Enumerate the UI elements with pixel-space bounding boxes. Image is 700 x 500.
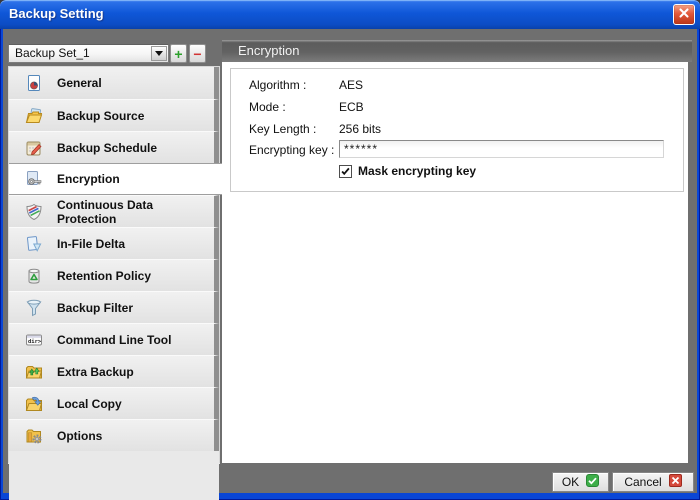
window-title: Backup Setting [9, 0, 104, 28]
ok-button[interactable]: OK [552, 472, 609, 492]
folder-gear-icon [24, 426, 44, 446]
console-icon: dir> [24, 330, 44, 350]
key-length-label: Key Length : [249, 122, 316, 136]
backup-set-value: Backup Set_1 [15, 45, 90, 62]
mask-key-checkbox[interactable] [339, 165, 352, 178]
panel-header: Encryption [222, 40, 692, 62]
algorithm-label: Algorithm : [249, 78, 306, 92]
cancel-button[interactable]: Cancel [612, 472, 694, 492]
sidebar-filler [9, 451, 219, 500]
mask-key-row: Mask encrypting key [339, 164, 476, 178]
dropdown-arrow-button[interactable] [151, 46, 167, 61]
sidebar-item-label: Backup Filter [57, 301, 133, 315]
sidebar-item-encryption[interactable]: Encryption [9, 163, 222, 195]
add-backup-set-button[interactable]: + [170, 44, 187, 63]
sidebar-item-command-line-tool[interactable]: dir> Command Line Tool [9, 323, 219, 355]
key-length-value: 256 bits [339, 122, 381, 136]
sidebar-item-label: In-File Delta [57, 237, 125, 251]
chevron-down-icon [155, 51, 163, 56]
sidebar-item-in-file-delta[interactable]: In-File Delta [9, 227, 219, 259]
sidebar-item-label: Continuous Data Protection [57, 198, 214, 226]
sidebar-item-retention-policy[interactable]: Retention Policy [9, 259, 219, 291]
sidebar-item-label: Backup Schedule [57, 141, 157, 155]
folder-up-arrows-icon [24, 362, 44, 382]
backup-set-dropdown[interactable]: Backup Set_1 [8, 44, 169, 63]
encrypting-key-label: Encrypting key : [249, 143, 334, 157]
sidebar-item-label: Retention Policy [57, 269, 151, 283]
svg-text:dir>: dir> [28, 339, 42, 345]
open-folder-icon [24, 106, 44, 126]
checkmark-icon [340, 166, 351, 177]
sidebar-item-backup-source[interactable]: Backup Source [9, 99, 219, 131]
close-icon [678, 6, 690, 24]
sidebar-item-label: Extra Backup [57, 365, 134, 379]
sidebar-item-options[interactable]: Options [9, 419, 219, 451]
sidebar-item-continuous-data-protection[interactable]: Continuous Data Protection [9, 195, 219, 227]
sidebar-item-label: Encryption [57, 172, 120, 186]
mode-value: ECB [339, 100, 364, 114]
delta-pages-icon [24, 234, 44, 254]
remove-backup-set-button[interactable]: − [189, 44, 206, 63]
sidebar-item-general[interactable]: General [9, 67, 219, 99]
funnel-icon [24, 298, 44, 318]
encrypting-key-input[interactable] [339, 140, 664, 158]
encryption-panel: Algorithm : AES Mode : ECB Key Length : … [222, 62, 688, 463]
mask-key-label: Mask encrypting key [358, 164, 476, 178]
cancel-button-label: Cancel [624, 475, 661, 489]
titlebar[interactable]: Backup Setting [0, 0, 700, 29]
ok-button-label: OK [562, 475, 579, 489]
document-pie-icon [24, 73, 44, 93]
cancel-x-icon [669, 474, 682, 490]
algorithm-value: AES [339, 78, 363, 92]
shield-icon [24, 202, 44, 222]
sidebar-item-extra-backup[interactable]: Extra Backup [9, 355, 219, 387]
sidebar-item-label: Options [57, 429, 102, 443]
backup-setting-window: Backup Setting Backup Set_1 + − Encrypti… [0, 0, 700, 500]
sidebar-item-backup-schedule[interactable]: Backup Schedule [9, 131, 219, 163]
sidebar-item-backup-filter[interactable]: Backup Filter [9, 291, 219, 323]
key-document-icon [24, 169, 44, 189]
sidebar: General Backup Source Backup Schedule En… [8, 66, 220, 464]
notepad-pencil-icon [24, 138, 44, 158]
sidebar-item-label: Backup Source [57, 109, 144, 123]
encryption-groupbox: Algorithm : AES Mode : ECB Key Length : … [230, 68, 684, 192]
sidebar-item-label: Local Copy [57, 397, 122, 411]
sidebar-item-label: General [57, 76, 102, 90]
sidebar-item-label: Command Line Tool [57, 333, 171, 347]
close-button[interactable] [673, 4, 695, 25]
sidebar-item-local-copy[interactable]: Local Copy [9, 387, 219, 419]
recycle-bin-icon [24, 266, 44, 286]
mode-label: Mode : [249, 100, 286, 114]
folder-copy-arrow-icon [24, 394, 44, 414]
ok-check-icon [586, 474, 599, 490]
